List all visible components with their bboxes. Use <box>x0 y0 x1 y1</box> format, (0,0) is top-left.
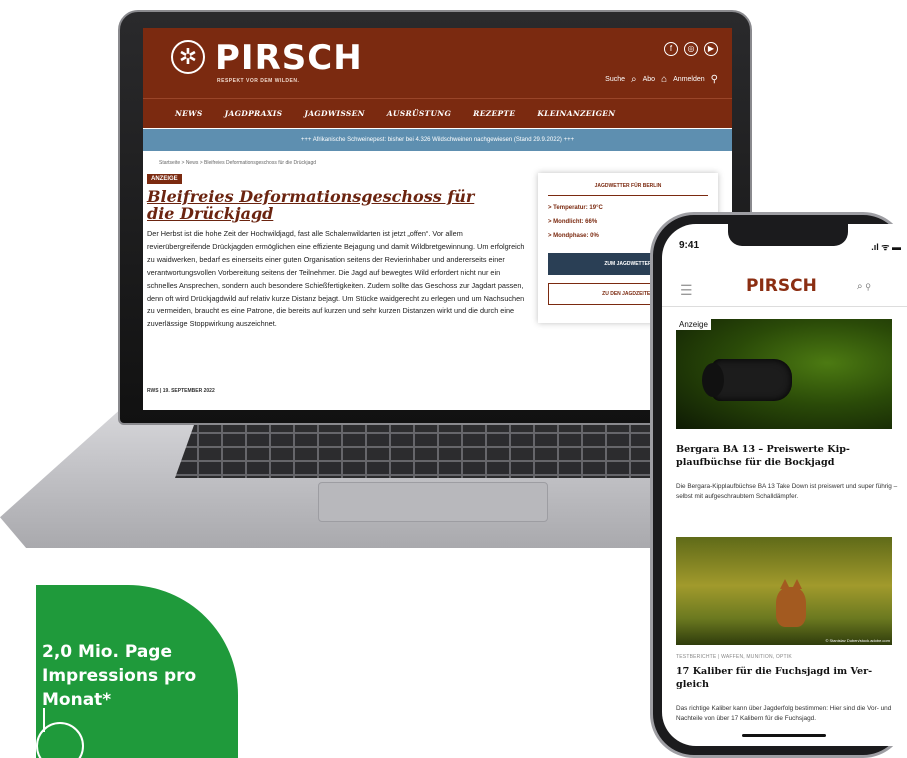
nav-jagdwissen[interactable]: JAGDWISSEN <box>304 109 364 118</box>
home-indicator <box>742 734 826 737</box>
nav-news[interactable]: NEWS <box>175 109 203 118</box>
header-actions: Suche ⌕ Abo ⌂ Anmelden ⚲ <box>605 74 718 85</box>
antler-logo-icon[interactable]: ✲ <box>171 40 205 74</box>
laptop-screen: ✲ PIRSCH RESPEKT VOR DEM WILDEN. f ◎ ▶ S… <box>143 28 732 410</box>
phone-screen: 9:41 .ıl ᯤ ▬ ☰ PIRSCH ⌕⚲ Anzeige Bergara… <box>662 224 907 746</box>
ad-badge: Anzeige <box>676 319 711 330</box>
search-link[interactable]: Suche <box>605 76 625 83</box>
user-icon[interactable]: ⚲ <box>866 281 874 292</box>
weather-temperature: > Temperatur: 19°C <box>548 205 603 211</box>
instagram-icon[interactable]: ◎ <box>684 42 698 56</box>
site-tagline: RESPEKT VOR DEM WILDEN. <box>217 78 300 84</box>
status-time: 9:41 <box>679 240 700 251</box>
laptop-keyboard <box>175 420 695 478</box>
ad-badge: ANZEIGE <box>147 174 182 184</box>
article-byline: RWS | 19. SEPTEMBER 2022 <box>147 388 215 394</box>
user-icon[interactable]: ⚲ <box>711 74 718 85</box>
search-icon[interactable]: ⌕ <box>857 281 866 292</box>
news-ticker[interactable]: +++ Afrikanische Schweinepest: bisher be… <box>143 129 732 151</box>
nav-kleinanzeigen[interactable]: KLEINANZEIGEN <box>537 109 615 118</box>
site-logo[interactable]: PIRSCH <box>215 38 363 78</box>
phone-notch <box>728 224 848 246</box>
divider <box>548 195 708 196</box>
site-header: ✲ PIRSCH RESPEKT VOR DEM WILDEN. f ◎ ▶ S… <box>143 28 732 98</box>
laptop-trackpad <box>318 482 548 522</box>
mobile-actions: ⌕⚲ <box>857 281 874 292</box>
nav-jagdpraxis[interactable]: JAGDPRAXIS <box>225 109 283 118</box>
card-text: Die Bergara-Kipplaufbüchse BA 13 Take Do… <box>676 483 898 500</box>
login-link[interactable]: Anmelden <box>673 76 705 83</box>
card-title[interactable]: Bergara BA 13 – Preiswerte Kip-plaufbüch… <box>676 444 896 469</box>
status-icons: .ıl ᯤ ▬ <box>871 242 901 252</box>
article-image-scope[interactable] <box>676 319 892 429</box>
divider <box>662 306 907 307</box>
article-title[interactable]: Bleifreies Deformationsgeschoss für die … <box>147 188 477 222</box>
nav-rezepte[interactable]: REZEPTE <box>473 109 515 118</box>
article-body: Der Herbst ist die hohe Zeit der Hochwil… <box>147 229 525 329</box>
weather-title: JAGDWETTER FÜR BERLIN <box>594 183 662 189</box>
youtube-icon[interactable]: ▶ <box>704 42 718 56</box>
nav-ausruestung[interactable]: AUSRÜSTUNG <box>387 109 451 118</box>
fox-image <box>776 579 806 627</box>
hamburger-menu-icon[interactable]: ☰ <box>680 282 693 299</box>
image-credit: © Stanislav Duben/stock.adobe.com <box>825 638 890 643</box>
mobile-logo[interactable]: PIRSCH <box>746 276 817 296</box>
abo-link[interactable]: Abo <box>643 76 655 83</box>
card-title[interactable]: 17 Kaliber für die Fuchsjagd im Ver-glei… <box>676 666 896 691</box>
search-icon[interactable]: ⌕ <box>631 74 637 85</box>
facebook-icon[interactable]: f <box>664 42 678 56</box>
stat-text: 2,0 Mio. Page Impressions pro Monat* <box>42 642 197 710</box>
thermal-scope-image <box>702 359 792 401</box>
weather-moonlight: > Mondlicht: 66% <box>548 219 598 225</box>
card-text: Das richtige Kaliber kann über Jagderfol… <box>676 705 892 722</box>
card-tags[interactable]: TESTBERICHTE | WAFFEN, MUNITION, OPTIK <box>676 654 792 660</box>
breadcrumb[interactable]: Startseite > News > Bleifreies Deformati… <box>159 160 316 166</box>
weather-moonphase: > Mondphase: 0% <box>548 233 599 239</box>
social-links: f ◎ ▶ <box>664 42 718 56</box>
bag-icon[interactable]: ⌂ <box>661 74 667 85</box>
article-image-fox[interactable]: © Stanislav Duben/stock.adobe.com <box>676 537 892 645</box>
main-nav: NEWS JAGDPRAXIS JAGDWISSEN AUSRÜSTUNG RE… <box>143 98 732 128</box>
